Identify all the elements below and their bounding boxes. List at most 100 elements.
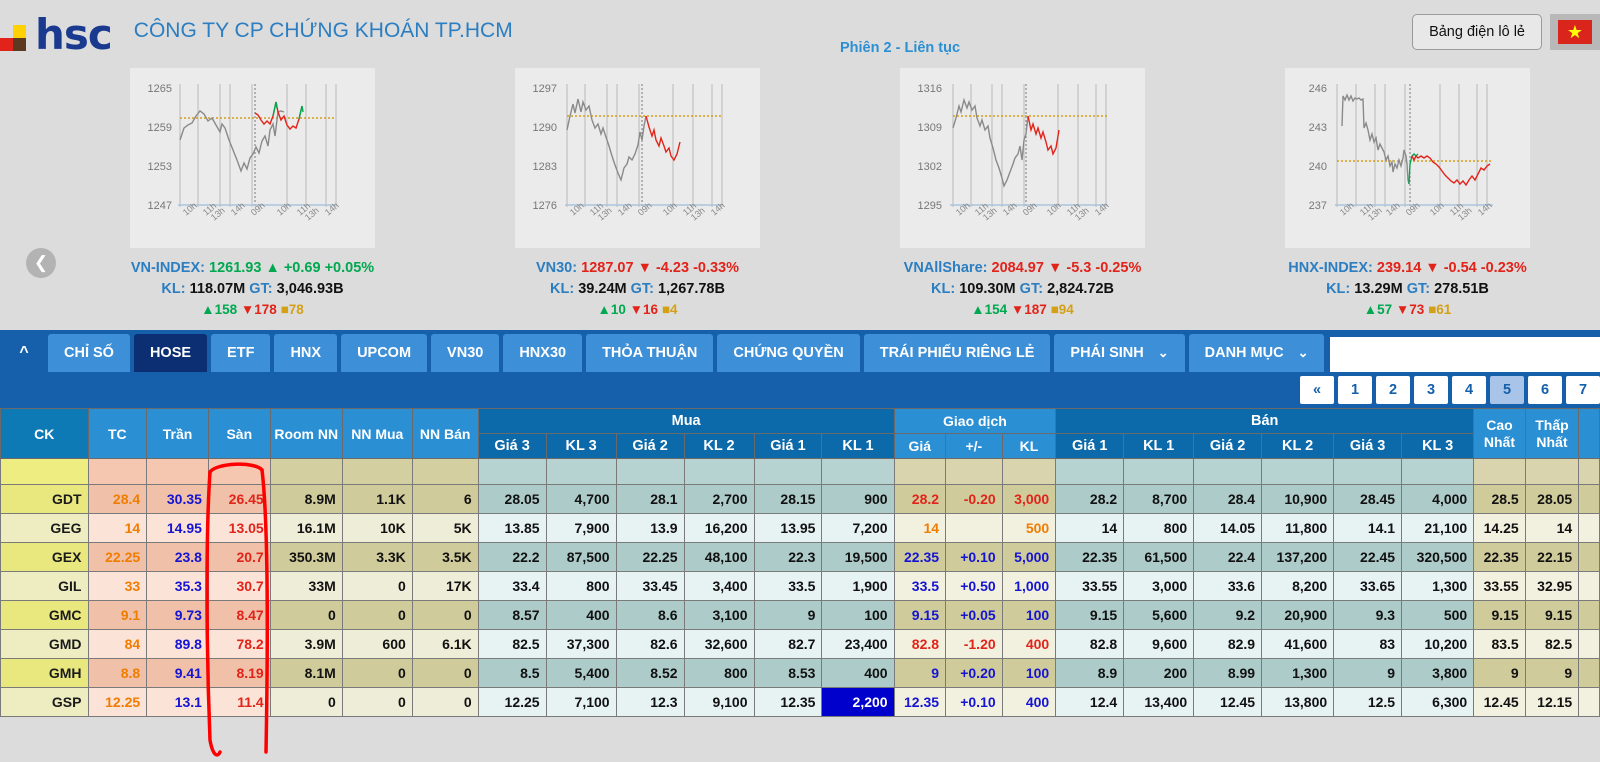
cell-reference-price[interactable]: 33 bbox=[87, 571, 148, 601]
cell-nn-buy[interactable]: 1.1K bbox=[341, 484, 413, 514]
cell-match-price[interactable]: 14 bbox=[893, 513, 947, 543]
cell-sell-price-1[interactable]: 22.35 bbox=[1055, 542, 1125, 572]
tab-etf[interactable]: ETF bbox=[211, 334, 271, 372]
cell-sell-vol-2[interactable]: 1,300 bbox=[1261, 658, 1335, 688]
cell-sell-vol-2[interactable]: 13,800 bbox=[1261, 687, 1335, 717]
cell-ceiling-price[interactable]: 35.3 bbox=[146, 571, 209, 601]
col-mua-kl2[interactable]: KL 2 bbox=[683, 433, 755, 459]
cell-room-nn[interactable]: 3.9M bbox=[269, 629, 343, 659]
cell-match-change[interactable] bbox=[945, 513, 1003, 543]
cell-low[interactable]: 14 bbox=[1524, 513, 1580, 543]
cell-nn-sell[interactable]: 3.5K bbox=[411, 542, 479, 572]
cell-match-volume[interactable]: 5,000 bbox=[1001, 542, 1057, 572]
cell-floor-price[interactable]: 13.05 bbox=[207, 513, 271, 543]
table-row[interactable]: GMC 9.1 9.73 8.47 0 0 0 8.57 400 8.6 3,100 9 100 9.15… bbox=[0, 600, 1600, 630]
cell-overflow[interactable] bbox=[1578, 484, 1600, 514]
cell-sell-vol-3[interactable]: 3,800 bbox=[1401, 658, 1475, 688]
cell-buy-price-2[interactable]: 33.45 bbox=[615, 571, 685, 601]
col-gd-kl[interactable]: KL bbox=[1001, 433, 1057, 459]
cell-sell-vol-1[interactable]: 9,600 bbox=[1123, 629, 1195, 659]
cell-room-nn[interactable]: 0 bbox=[269, 600, 343, 630]
col-ban-gia1[interactable]: Giá 1 bbox=[1055, 433, 1125, 459]
col-mua-gia2[interactable]: Giá 2 bbox=[615, 433, 685, 459]
cell-reference-price[interactable]: 28.4 bbox=[87, 484, 148, 514]
cell-match-volume[interactable]: 100 bbox=[1001, 600, 1057, 630]
cell-nn-sell[interactable]: 17K bbox=[411, 571, 479, 601]
cell-high[interactable]: 12.45 bbox=[1473, 687, 1526, 717]
cell-buy-price-3[interactable]: 82.5 bbox=[477, 629, 547, 659]
cell-sell-price-1[interactable]: 28.2 bbox=[1055, 484, 1125, 514]
cell-sell-vol-2[interactable]: 8,200 bbox=[1261, 571, 1335, 601]
cell-symbol[interactable]: GEG bbox=[0, 513, 89, 543]
cell-nn-buy[interactable]: 0 bbox=[341, 600, 413, 630]
cell-room-nn[interactable]: 0 bbox=[269, 687, 343, 717]
cell-match-volume[interactable]: 400 bbox=[1001, 687, 1057, 717]
tab-chi-so[interactable]: CHỈ SỐ bbox=[48, 334, 130, 372]
cell-match-price[interactable]: 22.35 bbox=[893, 542, 947, 572]
prev-index-arrow-icon[interactable]: ❮ bbox=[26, 248, 56, 278]
cell-sell-price-3[interactable]: 9.3 bbox=[1333, 600, 1403, 630]
cell-low[interactable]: 32.95 bbox=[1524, 571, 1580, 601]
col-ban-kl1[interactable]: KL 1 bbox=[1123, 433, 1195, 459]
cell-match-price[interactable]: 9 bbox=[893, 658, 947, 688]
cell-match-volume[interactable]: 400 bbox=[1001, 629, 1057, 659]
cell-sell-price-3[interactable]: 9 bbox=[1333, 658, 1403, 688]
cell-nn-sell[interactable]: 0 bbox=[411, 600, 479, 630]
col-ban-gia3[interactable]: Giá 3 bbox=[1333, 433, 1403, 459]
cell-match-change[interactable]: -0.20 bbox=[945, 484, 1003, 514]
cell-room-nn[interactable]: 350.3M bbox=[269, 542, 343, 572]
col-ban-kl3[interactable]: KL 3 bbox=[1401, 433, 1475, 459]
page-button-2[interactable]: 2 bbox=[1376, 376, 1410, 404]
cell-nn-sell[interactable]: 6 bbox=[411, 484, 479, 514]
cell-sell-price-2[interactable]: 9.2 bbox=[1193, 600, 1263, 630]
cell-nn-buy[interactable]: 0 bbox=[341, 687, 413, 717]
cell-match-price[interactable]: 12.35 bbox=[893, 687, 947, 717]
col-mua-gia1[interactable]: Giá 1 bbox=[753, 433, 823, 459]
cell-nn-sell[interactable]: 0 bbox=[411, 658, 479, 688]
cell-buy-price-3[interactable]: 8.57 bbox=[477, 600, 547, 630]
cell-match-change[interactable]: +0.20 bbox=[945, 658, 1003, 688]
col-gd-gia[interactable]: Giá bbox=[893, 433, 947, 459]
cell-high[interactable]: 9.15 bbox=[1473, 600, 1526, 630]
col-ck[interactable]: CK bbox=[0, 408, 89, 459]
cell-buy-vol-1[interactable]: 2,200 bbox=[821, 687, 895, 717]
cell-buy-vol-2[interactable]: 2,700 bbox=[683, 484, 755, 514]
cell-sell-price-1[interactable]: 82.8 bbox=[1055, 629, 1125, 659]
collapse-indices-icon[interactable]: ^ bbox=[0, 334, 48, 372]
cell-buy-vol-1[interactable]: 1,900 bbox=[821, 571, 895, 601]
cell-low[interactable]: 22.15 bbox=[1524, 542, 1580, 572]
cell-ceiling-price[interactable]: 9.73 bbox=[146, 600, 209, 630]
table-row[interactable]: GMH 8.8 9.41 8.19 8.1M 0 0 8.5 5,400 8.52 800 8.53 4… bbox=[0, 658, 1600, 688]
tab-danh-muc[interactable]: DANH MỤC ⌄ bbox=[1188, 334, 1325, 372]
cell-buy-vol-2[interactable]: 48,100 bbox=[683, 542, 755, 572]
col-ban-kl2[interactable]: KL 2 bbox=[1261, 433, 1335, 459]
cell-buy-vol-1[interactable]: 400 bbox=[821, 658, 895, 688]
cell-buy-price-3[interactable]: 28.05 bbox=[477, 484, 547, 514]
col-mua-kl3[interactable]: KL 3 bbox=[545, 433, 617, 459]
cell-buy-price-1[interactable]: 8.53 bbox=[753, 658, 823, 688]
cell-sell-vol-1[interactable]: 61,500 bbox=[1123, 542, 1195, 572]
cell-nn-sell[interactable]: 5K bbox=[411, 513, 479, 543]
cell-buy-price-1[interactable]: 9 bbox=[753, 600, 823, 630]
cell-overflow[interactable] bbox=[1578, 542, 1600, 572]
cell-sell-price-2[interactable]: 28.4 bbox=[1193, 484, 1263, 514]
symbol-search-input[interactable] bbox=[1330, 337, 1600, 372]
cell-buy-vol-3[interactable]: 400 bbox=[545, 600, 617, 630]
table-row[interactable]: GDT 28.4 30.35 26.45 8.9M 1.1K 6 28.05 4,700 28.1… bbox=[0, 484, 1600, 514]
cell-overflow[interactable] bbox=[1578, 600, 1600, 630]
cell-overflow[interactable] bbox=[1578, 571, 1600, 601]
cell-buy-vol-2[interactable]: 32,600 bbox=[683, 629, 755, 659]
cell-sell-price-3[interactable]: 14.1 bbox=[1333, 513, 1403, 543]
cell-low[interactable]: 9.15 bbox=[1524, 600, 1580, 630]
cell-buy-price-3[interactable]: 13.85 bbox=[477, 513, 547, 543]
table-row[interactable]: GIL 33 35.3 30.7 33M 0 17K 33.4 800 33.45 3,400 33.… bbox=[0, 571, 1600, 601]
tab-trai-phieu-rieng-le[interactable]: TRÁI PHIẾU RIÊNG LẺ bbox=[863, 334, 1051, 372]
cell-sell-vol-1[interactable]: 800 bbox=[1123, 513, 1195, 543]
cell-match-volume[interactable]: 1,000 bbox=[1001, 571, 1057, 601]
cell-sell-vol-3[interactable]: 1,300 bbox=[1401, 571, 1475, 601]
cell-sell-vol-1[interactable]: 13,400 bbox=[1123, 687, 1195, 717]
cell-overflow[interactable] bbox=[1578, 513, 1600, 543]
col-thap-nhat[interactable]: Thấp Nhất bbox=[1524, 408, 1580, 459]
cell-nn-buy[interactable]: 0 bbox=[341, 571, 413, 601]
cell-buy-vol-3[interactable]: 37,300 bbox=[545, 629, 617, 659]
